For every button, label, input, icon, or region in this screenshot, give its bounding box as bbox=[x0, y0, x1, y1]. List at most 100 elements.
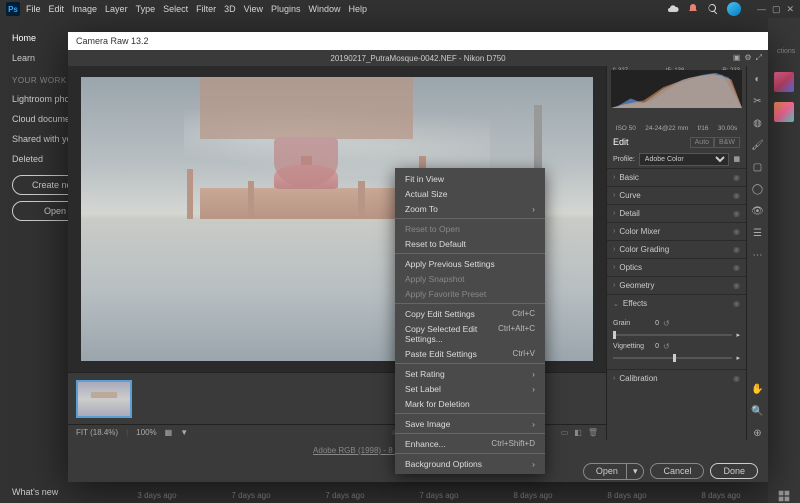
ctx-copy-edit-settings[interactable]: Copy Edit SettingsCtrl+C bbox=[395, 306, 545, 321]
menu-layer[interactable]: Layer bbox=[105, 4, 128, 14]
ctx-paste-edit-settings[interactable]: Paste Edit SettingsCtrl+V bbox=[395, 346, 545, 361]
exif-lens: 24-24@22 mm bbox=[645, 125, 688, 132]
minimize-icon[interactable]: — bbox=[757, 4, 766, 15]
menu-window[interactable]: Window bbox=[309, 4, 341, 14]
close-icon[interactable]: ✕ bbox=[786, 4, 794, 15]
ctx-zoom-to[interactable]: Zoom To› bbox=[395, 201, 545, 216]
filmstrip-thumb[interactable] bbox=[76, 380, 132, 418]
ctx-reset-to-default[interactable]: Reset to Default bbox=[395, 236, 545, 251]
panel-color-grading[interactable]: ›Color Grading◉ bbox=[607, 241, 746, 258]
cr-edit-panel: f: 327 t5: 138 R: 233 ISO 50 24-24@22 mm… bbox=[606, 66, 746, 440]
whats-new-link[interactable]: What's new bbox=[12, 487, 58, 497]
edit-tool-icon[interactable]: ◐ bbox=[751, 72, 765, 86]
panel-curve[interactable]: ›Curve◉ bbox=[607, 187, 746, 204]
view-mode-icon[interactable]: ▭ bbox=[561, 428, 569, 437]
menu-plugins[interactable]: Plugins bbox=[271, 4, 301, 14]
menu-type[interactable]: Type bbox=[136, 4, 156, 14]
ctx-fit-in-view[interactable]: Fit in View bbox=[395, 171, 545, 186]
presets-icon[interactable]: ☰ bbox=[751, 226, 765, 240]
grain-slider[interactable] bbox=[613, 334, 732, 336]
menu-3d[interactable]: 3D bbox=[224, 4, 236, 14]
menu-filter[interactable]: Filter bbox=[196, 4, 216, 14]
cancel-button[interactable]: Cancel bbox=[650, 463, 704, 479]
hand-tool-icon[interactable]: ✋ bbox=[751, 382, 765, 396]
open-dropdown-button[interactable]: ▾ bbox=[626, 463, 645, 480]
cr-tool-strip: ◐ ✂ ◍ 🖌 ▢ ◯ 👁 ☰ ⋯ ✋ 🔍 ⊕ bbox=[746, 66, 768, 440]
exif-shutter: 30.00s bbox=[718, 125, 738, 132]
heal-tool-icon[interactable]: ◍ bbox=[751, 116, 765, 130]
cloud-icon[interactable] bbox=[667, 3, 679, 15]
window-controls: — ▢ ✕ bbox=[757, 4, 794, 15]
ctx-apply-previous-settings[interactable]: Apply Previous Settings bbox=[395, 256, 545, 271]
ps-logo: Ps bbox=[6, 2, 20, 16]
cr-filename: 20190217_PutraMosque-0042.NEF - Nikon D7… bbox=[330, 54, 505, 63]
timeline-label: 7 days ago bbox=[419, 491, 458, 500]
done-button[interactable]: Done bbox=[710, 463, 758, 479]
sampler-tool-icon[interactable]: ⊕ bbox=[751, 426, 765, 440]
ctx-copy-selected-edit-settings-[interactable]: Copy Selected Edit Settings...Ctrl+Alt+C bbox=[395, 321, 545, 346]
vignette-reset-icon[interactable]: ↺ bbox=[663, 342, 670, 351]
profile-select[interactable]: Adobe Color bbox=[639, 153, 730, 166]
timeline-label: 7 days ago bbox=[231, 491, 270, 500]
ctx-actual-size[interactable]: Actual Size bbox=[395, 186, 545, 201]
avatar[interactable] bbox=[727, 2, 741, 16]
vignette-slider[interactable] bbox=[613, 357, 732, 359]
menu-view[interactable]: View bbox=[244, 4, 263, 14]
grid-toggle-icon[interactable]: ▦ bbox=[165, 428, 173, 437]
gradient-tool-icon[interactable]: ▢ bbox=[751, 160, 765, 174]
grain-label: Grain bbox=[613, 320, 645, 327]
profile-grid-icon[interactable]: ▦ bbox=[733, 155, 740, 163]
zoom-fit[interactable]: FIT (18.4%) bbox=[76, 428, 118, 437]
menu-image[interactable]: Image bbox=[72, 4, 97, 14]
menu-help[interactable]: Help bbox=[349, 4, 368, 14]
redeye-tool-icon[interactable]: 👁 bbox=[751, 204, 765, 218]
ctx-set-rating[interactable]: Set Rating› bbox=[395, 366, 545, 381]
ctx-background-options[interactable]: Background Options› bbox=[395, 456, 545, 471]
grain-reset-icon[interactable]: ↺ bbox=[663, 319, 670, 328]
open-image-button[interactable]: Open bbox=[583, 463, 626, 480]
toggle-icon[interactable]: ▣ bbox=[733, 53, 741, 63]
filter-icon[interactable]: ▼ bbox=[180, 428, 188, 437]
ps-menu: File Edit Image Layer Type Select Filter… bbox=[26, 4, 367, 14]
trash-icon[interactable]: 🗑 bbox=[588, 428, 598, 437]
vignette-value: 0 bbox=[649, 343, 659, 350]
bell-icon[interactable] bbox=[687, 3, 699, 15]
ctx-reset-to-open: Reset to Open bbox=[395, 221, 545, 236]
dock-thumb-1[interactable] bbox=[774, 72, 794, 92]
menu-file[interactable]: File bbox=[26, 4, 41, 14]
panel-effects[interactable]: ⌄Effects◉ bbox=[607, 295, 746, 312]
panel-optics[interactable]: ›Optics◉ bbox=[607, 259, 746, 276]
brush-tool-icon[interactable]: 🖌 bbox=[751, 138, 765, 152]
ctx-enhance-[interactable]: Enhance...Ctrl+Shift+D bbox=[395, 436, 545, 451]
menu-select[interactable]: Select bbox=[163, 4, 188, 14]
panel-geometry[interactable]: ›Geometry◉ bbox=[607, 277, 746, 294]
radial-tool-icon[interactable]: ◯ bbox=[751, 182, 765, 196]
gear-icon[interactable]: ⚙ bbox=[744, 53, 751, 63]
grid-icon[interactable] bbox=[777, 489, 791, 503]
timeline-label: 8 days ago bbox=[607, 491, 646, 500]
maximize-icon[interactable]: ▢ bbox=[772, 4, 781, 15]
crop-tool-icon[interactable]: ✂ bbox=[751, 94, 765, 108]
panel-color-mixer[interactable]: ›Color Mixer◉ bbox=[607, 223, 746, 240]
search-icon[interactable] bbox=[707, 3, 719, 15]
exif-aperture: f/16 bbox=[698, 125, 709, 132]
more-icon[interactable]: ⋯ bbox=[751, 248, 765, 262]
cr-header: 20190217_PutraMosque-0042.NEF - Nikon D7… bbox=[68, 50, 768, 66]
zoom-100[interactable]: 100% bbox=[136, 428, 156, 437]
ctx-save-image[interactable]: Save Image› bbox=[395, 416, 545, 431]
menu-edit[interactable]: Edit bbox=[49, 4, 65, 14]
panel-basic[interactable]: ›Basic◉ bbox=[607, 169, 746, 186]
panel-detail[interactable]: ›Detail◉ bbox=[607, 205, 746, 222]
tab-auto[interactable]: Auto bbox=[690, 137, 714, 148]
ps-menubar: Ps File Edit Image Layer Type Select Fil… bbox=[0, 0, 800, 18]
histogram[interactable] bbox=[611, 70, 742, 108]
zoom-tool-icon[interactable]: 🔍 bbox=[751, 404, 765, 418]
dock-thumb-2[interactable] bbox=[774, 102, 794, 122]
timeline-label: 3 days ago bbox=[137, 491, 176, 500]
panel-calibration[interactable]: ›Calibration◉ bbox=[607, 370, 746, 387]
ctx-set-label[interactable]: Set Label› bbox=[395, 381, 545, 396]
tab-bw[interactable]: B&W bbox=[714, 137, 740, 148]
fullscreen-icon[interactable]: ⤢ bbox=[756, 53, 762, 63]
ctx-mark-for-deletion[interactable]: Mark for Deletion bbox=[395, 396, 545, 411]
compare-icon[interactable]: ◧ bbox=[574, 428, 582, 437]
